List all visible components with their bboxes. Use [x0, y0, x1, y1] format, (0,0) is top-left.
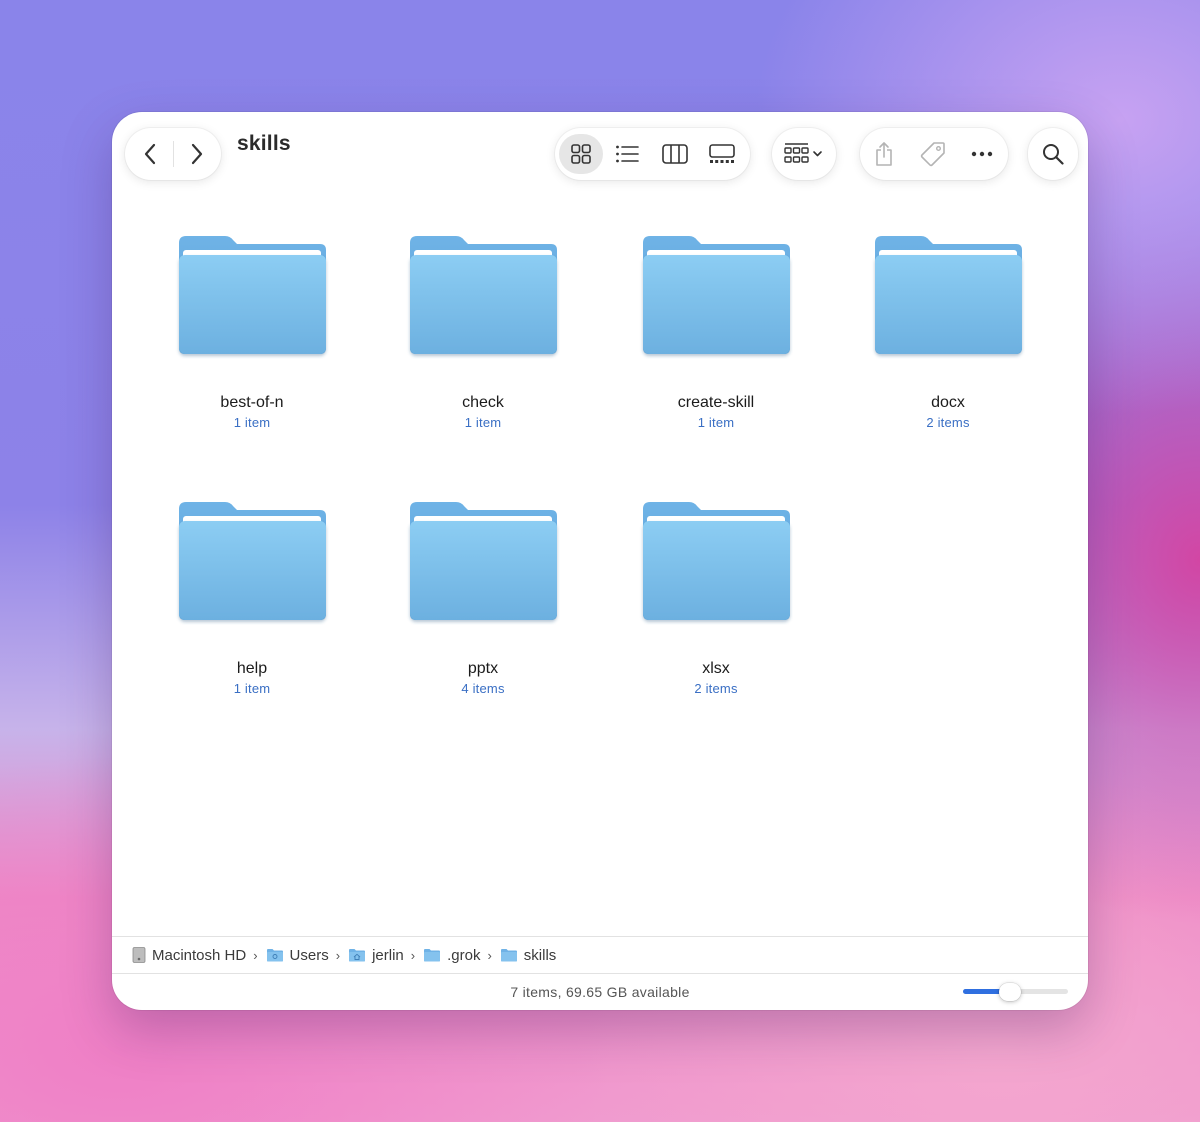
columns-icon [662, 144, 688, 164]
breadcrumb-label: Users [289, 946, 329, 964]
chevron-right-icon [191, 143, 203, 165]
window-title: skills [237, 132, 291, 155]
home-folder-icon [349, 949, 366, 962]
breadcrumb-jerlin[interactable]: jerlin [348, 947, 404, 964]
breadcrumb-separator: › [410, 947, 416, 963]
folder-item[interactable]: pptx 4 items [383, 499, 583, 698]
gallery-view-button[interactable] [699, 134, 745, 174]
more-button[interactable] [958, 134, 1006, 174]
breadcrumb-grok[interactable]: .grok [423, 947, 480, 964]
folder-name: check [462, 394, 504, 411]
folder-icon [500, 949, 517, 962]
folder-name: help [236, 660, 268, 677]
view-mode-pill [555, 128, 750, 180]
path-bar: Macintosh HD › Users › jerlin › .grok › … [112, 936, 1088, 974]
folder-name: best-of-n [220, 394, 284, 411]
actions-pill [860, 128, 1008, 180]
folder-item[interactable]: create-skill 1 item [616, 233, 816, 432]
folder-name: docx [931, 394, 965, 411]
forward-button[interactable] [174, 134, 220, 174]
list-icon [616, 145, 639, 163]
folder-item[interactable]: docx 2 items [848, 233, 1048, 432]
folder-item-count: 1 item [697, 415, 735, 430]
folder-item-count: 4 items [461, 681, 505, 696]
breadcrumb-separator: › [253, 947, 258, 963]
folder-icon [175, 499, 329, 625]
navigation-pill [125, 128, 221, 180]
icon-view-button[interactable] [559, 134, 603, 174]
folder-icon [871, 233, 1025, 359]
folder-item[interactable]: best-of-n 1 item [152, 233, 352, 432]
back-button[interactable] [127, 134, 173, 174]
folder-icon [639, 499, 793, 625]
search-button[interactable] [1028, 134, 1078, 174]
hard-drive-icon [132, 947, 146, 963]
breadcrumb-skills[interactable]: skills [500, 946, 557, 964]
chevron-left-icon [144, 143, 156, 165]
share-icon [876, 142, 892, 166]
finder-window: skills best-of-n 1 item check 1 item cre… [112, 112, 1088, 1010]
breadcrumb-label: jerlin [372, 946, 404, 964]
folder-item[interactable]: help 1 item [152, 499, 352, 698]
folder-item[interactable]: check 1 item [383, 233, 583, 432]
folder-icon [406, 233, 560, 359]
folder-name: xlsx [702, 660, 730, 677]
group-by-icon [784, 143, 822, 163]
breadcrumb-macintosh-hd[interactable]: Macintosh HD [132, 947, 246, 964]
icon-size-slider[interactable] [963, 983, 1068, 1001]
folder-icon [266, 949, 283, 962]
breadcrumb-label: Macintosh HD [152, 946, 247, 964]
ellipsis-icon [971, 151, 993, 157]
folder-icon [175, 233, 329, 359]
search-pill [1028, 128, 1078, 180]
status-text: 7 items, 69.65 GB available [510, 984, 690, 1000]
slider-knob[interactable] [999, 983, 1022, 1001]
folder-item-count: 2 items [694, 681, 738, 696]
folder-item-count: 1 item [464, 415, 502, 430]
breadcrumb-label: skills [523, 946, 557, 964]
tag-icon [920, 142, 945, 167]
folder-name: create-skill [677, 394, 755, 411]
folder-item-count: 2 items [926, 415, 970, 430]
toolbar: skills [112, 112, 1088, 182]
tag-button[interactable] [908, 134, 958, 174]
group-by-button[interactable] [772, 134, 836, 174]
folder-item-count: 1 item [233, 681, 271, 696]
grid-icon [571, 144, 591, 164]
status-bar: 7 items, 69.65 GB available [112, 974, 1088, 1010]
gallery-icon [709, 144, 735, 163]
folder-icon [639, 233, 793, 359]
column-view-button[interactable] [651, 134, 699, 174]
folder-icon [406, 499, 560, 625]
folder-name: pptx [467, 660, 499, 677]
breadcrumb-label: .grok [447, 946, 481, 964]
share-button[interactable] [860, 134, 908, 174]
list-view-button[interactable] [603, 134, 651, 174]
search-icon [1043, 144, 1064, 165]
folder-icon [424, 949, 441, 962]
folder-item-count: 1 item [233, 415, 271, 430]
breadcrumb-separator: › [335, 947, 341, 963]
group-by-pill [772, 128, 836, 180]
breadcrumb-separator: › [487, 947, 492, 963]
breadcrumb-users[interactable]: Users [266, 947, 329, 964]
folder-item[interactable]: xlsx 2 items [616, 499, 816, 698]
